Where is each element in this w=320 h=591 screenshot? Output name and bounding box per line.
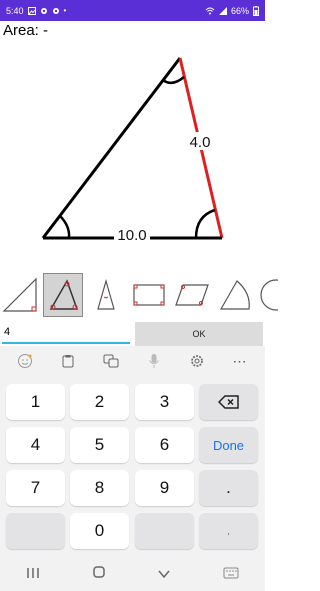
right-triangle-shape-icon[interactable]: [0, 273, 40, 317]
recents-icon[interactable]: [26, 566, 40, 584]
triangle-shape-icon[interactable]: [43, 273, 83, 317]
settings-icon[interactable]: [187, 351, 207, 371]
key-7[interactable]: 7: [6, 470, 65, 506]
key-3[interactable]: 3: [135, 384, 194, 420]
gallery-icon: [27, 6, 36, 15]
backspace-icon: [217, 395, 239, 409]
translate-icon[interactable]: [101, 351, 121, 371]
key-4[interactable]: 4: [6, 427, 65, 463]
keyboard-toolbar: ⋯: [0, 346, 265, 376]
keyboard-switch-icon[interactable]: [223, 566, 239, 584]
emoji-icon[interactable]: [15, 351, 35, 371]
status-bar: 5:40 • 66%: [0, 0, 265, 21]
side-bottom-label: 10.0: [117, 227, 146, 244]
isosceles-triangle-shape-icon[interactable]: [86, 273, 126, 317]
key-2[interactable]: 2: [70, 384, 129, 420]
blank-key-right[interactable]: [135, 513, 194, 549]
home-icon[interactable]: [92, 565, 106, 584]
done-key[interactable]: Done: [199, 427, 258, 463]
navigation-bar: [0, 558, 265, 591]
key-1[interactable]: 1: [6, 384, 65, 420]
triangle-side-left: [41, 57, 182, 239]
back-down-icon[interactable]: [157, 566, 171, 584]
blank-key-left[interactable]: [6, 513, 65, 549]
battery-icon: [253, 5, 259, 16]
gear-status-icon: [52, 7, 59, 14]
key-8[interactable]: 8: [70, 470, 129, 506]
input-row: OK: [0, 322, 265, 346]
wifi-icon: [205, 7, 215, 14]
parallelogram-shape-icon[interactable]: [172, 273, 212, 317]
area-label: Area: -: [3, 22, 49, 39]
backspace-key[interactable]: [199, 384, 258, 420]
angle-arc-right: [194, 208, 216, 239]
rectangle-shape-icon[interactable]: [129, 273, 169, 317]
angle-arc-left: [59, 215, 71, 239]
ok-button[interactable]: OK: [135, 322, 263, 346]
notification-dot-icon: •: [63, 6, 67, 15]
side-right-label: 4.0: [190, 134, 211, 151]
mic-icon[interactable]: [144, 351, 164, 371]
numeric-keyboard: ⋯ 1 2 3 4 5 6 Done 7 8 9 . 0 ,: [0, 346, 265, 591]
status-time: 5:40: [6, 5, 24, 16]
shape-selector: [0, 270, 278, 320]
key-5[interactable]: 5: [70, 427, 129, 463]
triangle-canvas[interactable]: 4.0 10.0: [0, 40, 265, 265]
key-9[interactable]: 9: [135, 470, 194, 506]
signal-icon: [218, 6, 227, 15]
sector-shape-icon[interactable]: [215, 273, 255, 317]
key-0[interactable]: 0: [70, 513, 129, 549]
clipboard-icon[interactable]: [58, 351, 78, 371]
battery-level: 66%: [230, 5, 249, 16]
comma-key[interactable]: ,: [199, 513, 258, 549]
side-length-input[interactable]: [2, 322, 130, 344]
settings-status-icon: [40, 7, 47, 14]
circle-shape-icon[interactable]: [258, 273, 278, 317]
key-6[interactable]: 6: [135, 427, 194, 463]
dot-key[interactable]: .: [199, 470, 258, 506]
more-icon[interactable]: ⋯: [230, 351, 250, 371]
